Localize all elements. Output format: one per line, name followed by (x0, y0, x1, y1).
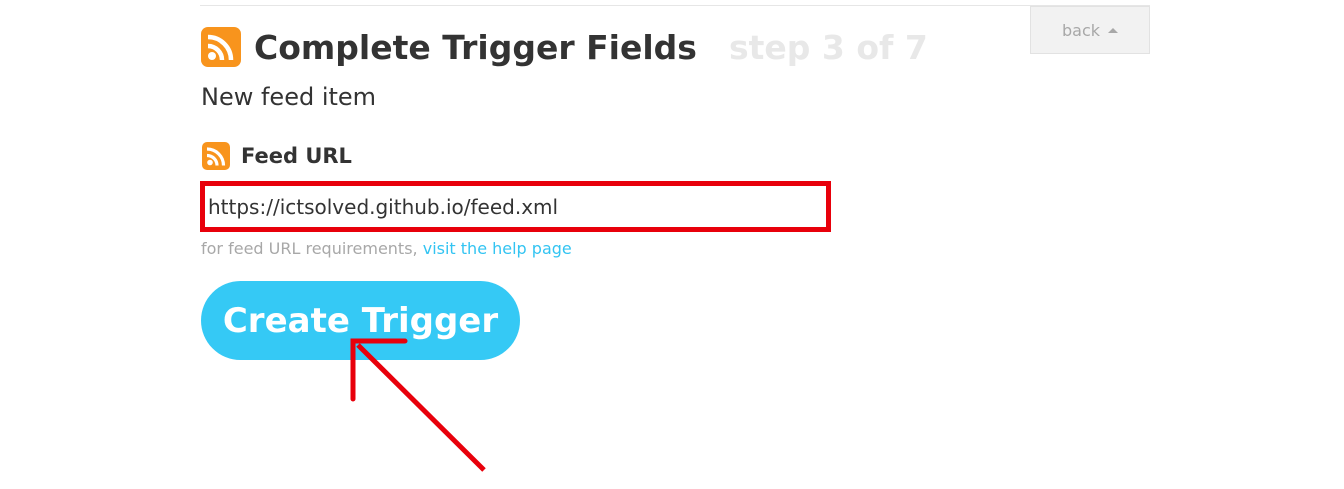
caret-up-icon (1108, 27, 1119, 33)
rss-icon (201, 27, 241, 67)
rss-icon (202, 142, 230, 170)
help-page-link[interactable]: visit the help page (423, 239, 572, 258)
trigger-fields-page: back Complete Trigger Fields step 3 of 7… (0, 0, 1344, 489)
back-button[interactable]: back (1030, 6, 1150, 54)
feed-url-label: Feed URL (241, 144, 352, 168)
divider (200, 5, 1150, 6)
create-trigger-button[interactable]: Create Trigger (201, 281, 520, 360)
step-indicator: step 3 of 7 (729, 28, 928, 67)
help-text: for feed URL requirements, visit the hel… (201, 238, 572, 260)
page-title: Complete Trigger Fields (254, 28, 697, 67)
trigger-name: New feed item (201, 83, 377, 111)
help-text-prefix: for feed URL requirements, (201, 239, 423, 258)
feed-url-input[interactable] (200, 181, 831, 232)
back-label: back (1061, 20, 1101, 40)
